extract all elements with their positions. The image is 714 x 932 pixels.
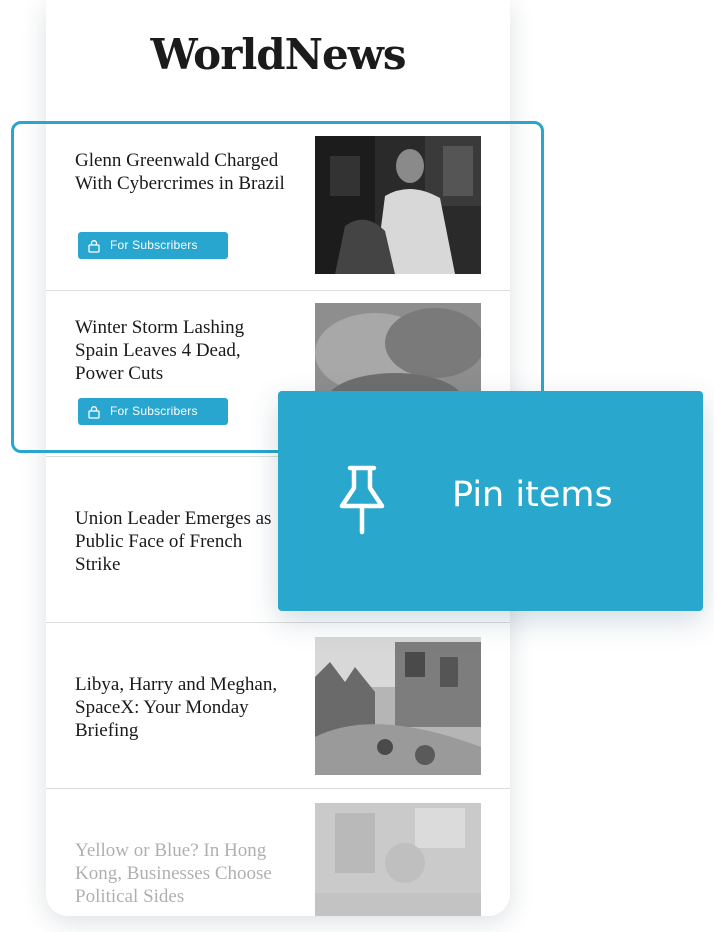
article-headline[interactable]: Libya, Harry and Meghan, SpaceX: Your Mo…	[75, 673, 285, 742]
pin-items-tooltip[interactable]: Pin items	[278, 391, 703, 611]
masthead: WorldNews	[46, 0, 510, 118]
app-logo: WorldNews	[150, 30, 406, 79]
article-thumbnail[interactable]	[315, 803, 481, 916]
pushpin-icon	[339, 465, 385, 535]
article-card[interactable]: Yellow or Blue? In Hong Kong, Businesses…	[46, 788, 510, 916]
article-card[interactable]: Libya, Harry and Meghan, SpaceX: Your Mo…	[46, 622, 510, 788]
pin-items-label: Pin items	[452, 475, 613, 515]
article-headline[interactable]: Yellow or Blue? In Hong Kong, Businesses…	[75, 839, 285, 908]
article-thumbnail[interactable]	[315, 637, 481, 775]
article-headline[interactable]: Union Leader Emerges as Public Face of F…	[75, 507, 285, 576]
